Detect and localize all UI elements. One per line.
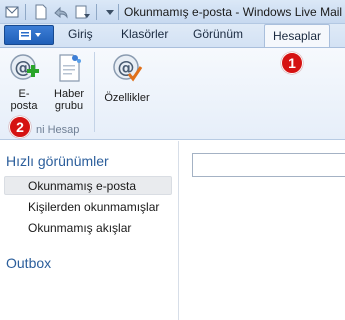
ribbon-group-label: ni Hesap	[36, 124, 80, 136]
add-email-label-line2: posta	[10, 100, 38, 112]
quick-access-divider	[25, 4, 26, 20]
quick-access-divider	[96, 4, 97, 20]
pane-divider[interactable]	[178, 141, 179, 320]
tab-hesaplar-label: Hesaplar	[272, 29, 322, 43]
quick-access-divider	[118, 4, 119, 20]
customize-dropdown-icon[interactable]	[74, 4, 90, 20]
nav-item-outbox[interactable]: Outbox	[6, 255, 51, 271]
app-icon	[5, 6, 19, 18]
svg-text:@: @	[118, 58, 135, 78]
properties-icon: @	[113, 54, 143, 82]
account-properties-button[interactable]: @ Özellikler	[100, 52, 154, 118]
annotation-badge-1: 1	[281, 52, 303, 74]
nav-item-unread-email[interactable]: Okunmamış e-posta	[28, 179, 136, 193]
tab-klasorler[interactable]: Klasörler	[121, 27, 168, 41]
add-email-account-button[interactable]: @ E- posta	[6, 52, 42, 118]
reply-icon[interactable]	[53, 4, 69, 20]
nav-item-unread-feeds[interactable]: Okunmamış akışlar	[28, 221, 131, 235]
add-newsgroup-button[interactable]: Haber grubu	[48, 52, 90, 118]
title-bar: Okunmamış e-posta - Windows Live Mail	[0, 0, 345, 24]
mail-icon[interactable]	[33, 4, 49, 20]
app-menu-icon	[19, 30, 41, 40]
annotation-badge-2: 2	[9, 116, 31, 138]
quick-views-heading[interactable]: Hızlı görünümler	[6, 153, 109, 169]
add-email-label-line1: E-	[18, 88, 30, 100]
email-add-icon: @	[10, 54, 39, 80]
search-input[interactable]	[192, 153, 345, 177]
newsgroup-icon	[59, 54, 81, 82]
tab-giris[interactable]: Giriş	[68, 27, 93, 41]
tab-hesaplar[interactable]: Hesaplar	[264, 24, 330, 48]
newsgroup-label-line1: Haber	[54, 88, 84, 100]
newsgroup-label-line2: grubu	[54, 100, 84, 112]
properties-label: Özellikler	[104, 92, 150, 104]
tab-gorunum[interactable]: Görünüm	[193, 27, 243, 41]
chevron-down-icon[interactable]	[102, 4, 118, 20]
ribbon-group-divider	[94, 52, 95, 132]
app-menu-button[interactable]	[4, 25, 54, 45]
window-title: Okunmamış e-posta - Windows Live Mail	[124, 5, 343, 19]
nav-item-unread-from-contacts[interactable]: Kişilerden okunmamışlar	[28, 200, 159, 214]
svg-text:@: @	[15, 58, 32, 78]
